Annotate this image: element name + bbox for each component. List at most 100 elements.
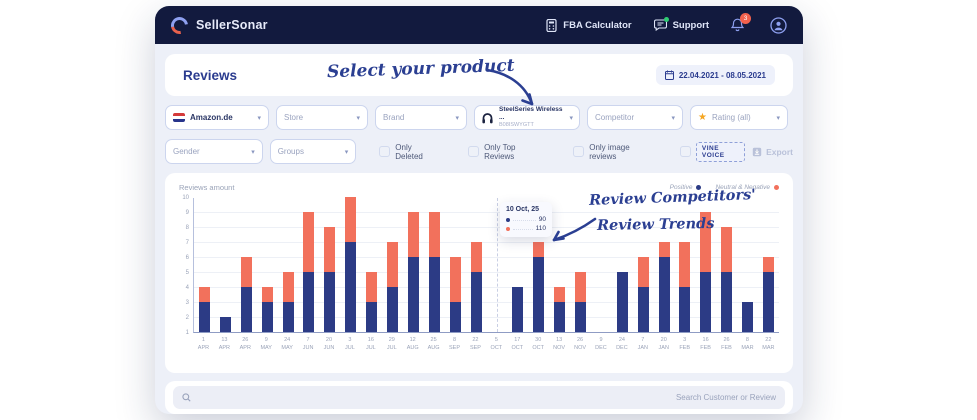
export-icon [752,147,762,157]
stacked-bar[interactable] [345,197,356,332]
stacked-bar[interactable] [241,257,252,332]
store-dropdown[interactable]: Store ▾ [276,105,368,130]
profile-button[interactable] [770,17,787,34]
stacked-bar[interactable] [220,317,231,332]
chart-legend: Positive Neutral & Negative [670,184,779,191]
x-tick-label: 29JUL [381,336,402,353]
tooltip-date: 10 Oct, 25 [506,206,546,213]
stacked-bar[interactable] [533,242,544,332]
bar-column [570,198,591,332]
positive-segment [241,287,252,332]
bar-column [737,198,758,332]
bar-column [194,198,215,332]
support-label: Support [673,20,709,31]
negative-dot-icon [774,185,779,190]
bar-column [382,198,403,332]
stacked-bar[interactable] [408,212,419,332]
x-tick-label: 3FEB [674,336,695,353]
stacked-bar[interactable] [283,272,294,332]
stacked-bar[interactable] [638,257,649,332]
fba-calculator-button[interactable]: FBA Calculator [546,19,631,32]
stacked-bar[interactable] [429,212,440,332]
stacked-bar[interactable] [512,287,523,332]
legend-positive[interactable]: Positive [670,184,702,191]
only-top-reviews-filter: Only Top Reviews [468,143,542,161]
positive-segment [679,287,690,332]
bar-column [278,198,299,332]
x-tick-label: 7JUN [298,336,319,353]
stacked-bar[interactable] [471,242,482,332]
stacked-bar[interactable] [617,272,628,332]
bar-column [716,198,737,332]
stacked-bar[interactable] [679,242,690,332]
gender-dropdown[interactable]: Gender ▾ [165,139,263,164]
brand-logo[interactable]: SellerSonar [171,17,268,34]
fba-calculator-label: FBA Calculator [563,20,631,31]
stacked-bar[interactable] [450,257,461,332]
stacked-bar[interactable] [659,242,670,332]
stacked-bar[interactable] [303,212,314,332]
chevron-down-icon: ▾ [671,114,675,122]
stacked-bar[interactable] [387,242,398,332]
page-title: Reviews [183,68,237,83]
bar-column [549,198,570,332]
search-input[interactable] [197,393,776,402]
positive-segment [617,272,628,332]
negative-segment [533,242,544,257]
negative-segment [387,242,398,287]
negative-segment [700,212,711,272]
legend-negative-label: Neutral & Negative [715,184,770,191]
bar-column [654,198,675,332]
stacked-bar[interactable] [575,272,586,332]
groups-placeholder: Groups [278,147,304,156]
vine-voice-checkbox[interactable] [680,146,691,157]
tooltip-positive-dot-icon [506,218,510,222]
negative-segment [763,257,774,272]
rating-value: Rating (all) [712,113,751,122]
reviews-chart-card: Reviews amount Positive Neutral & Negati… [165,173,793,373]
only-image-reviews-checkbox[interactable] [573,146,584,157]
only-top-reviews-checkbox[interactable] [468,146,479,157]
brand-placeholder: Brand [383,113,404,122]
positive-segment [638,287,649,332]
positive-segment [262,302,273,332]
stacked-bar[interactable] [324,227,335,332]
notifications-button[interactable]: 3 [731,18,744,32]
rating-dropdown[interactable]: ★ Rating (all) ▾ [690,105,788,130]
stacked-bar[interactable] [262,287,273,332]
x-tick-label: 24DEC [611,336,632,353]
negative-segment [679,242,690,287]
chart-title: Reviews amount [179,183,234,192]
x-tick-label: 26APR [235,336,256,353]
positive-segment [659,257,670,332]
stacked-bar[interactable] [742,302,753,332]
date-range-picker[interactable]: 22.04.2021 - 08.05.2021 [656,65,775,85]
stacked-bar[interactable] [554,287,565,332]
competitor-dropdown[interactable]: Competitor ▾ [587,105,683,130]
positive-segment [220,317,231,332]
brand-dropdown[interactable]: Brand ▾ [375,105,467,130]
stacked-bar[interactable] [199,287,210,332]
legend-neutral-negative[interactable]: Neutral & Negative [715,184,779,191]
only-deleted-checkbox[interactable] [379,146,390,157]
search-box[interactable] [173,386,785,409]
competitor-placeholder: Competitor [595,113,634,122]
positive-segment [450,302,461,332]
stacked-bar[interactable] [763,257,774,332]
x-tick-label: 26NOV [570,336,591,353]
filter-row-1: Amazon.de ▾ Store ▾ Brand ▾ SteelSeries … [165,105,793,130]
brand-name: SellerSonar [196,18,268,32]
support-button[interactable]: Support [654,19,709,31]
negative-segment [429,212,440,257]
negative-segment [721,227,732,272]
groups-dropdown[interactable]: Groups ▾ [270,139,357,164]
stacked-bar[interactable] [366,272,377,332]
x-tick-label: 16JUL [360,336,381,353]
stacked-bar[interactable] [721,227,732,332]
product-thumbnail [481,111,494,125]
marketplace-dropdown[interactable]: Amazon.de ▾ [165,105,269,130]
product-dropdown[interactable]: SteelSeries Wireless ... B08ISWYGTT ▾ [474,105,580,130]
positive-segment [345,242,356,332]
stacked-bar[interactable] [700,212,711,332]
export-button[interactable]: Export [752,147,793,157]
